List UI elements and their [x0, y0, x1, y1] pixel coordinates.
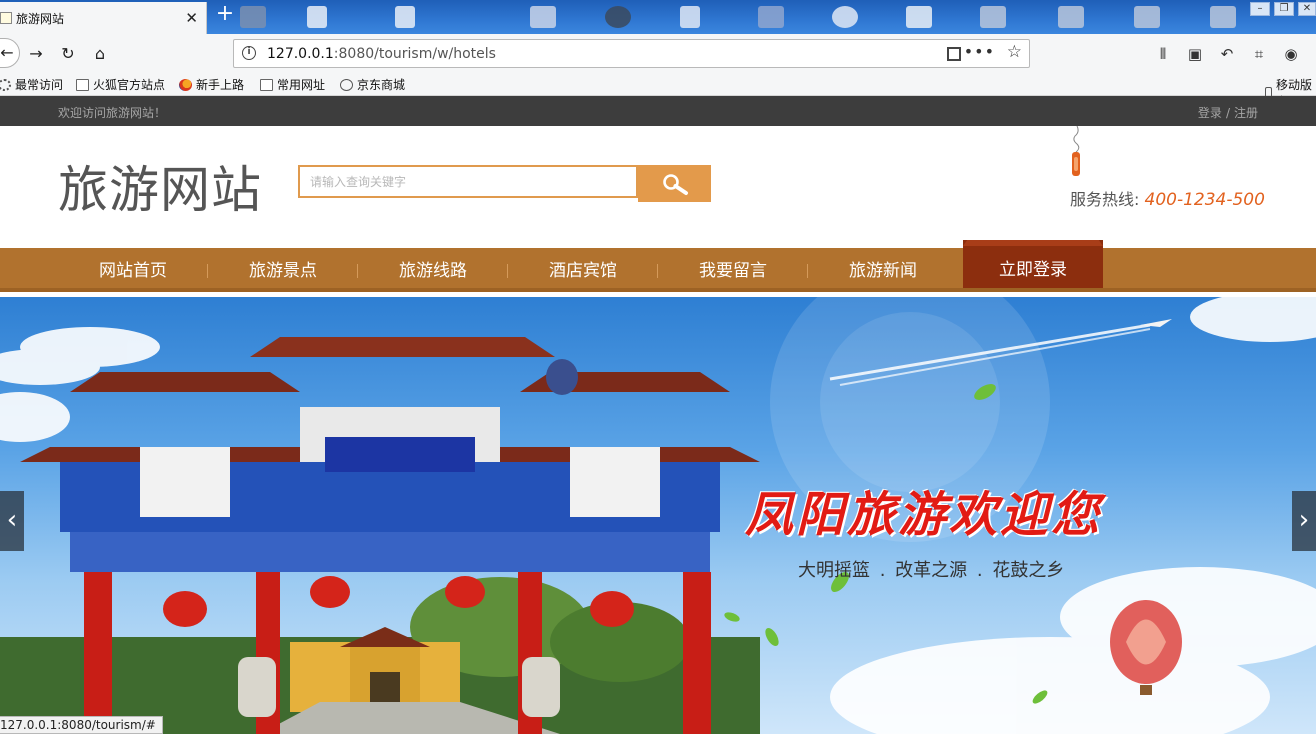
forward-button[interactable]: →: [25, 43, 47, 65]
auth-links: 登录 / 注册: [1198, 104, 1258, 121]
qr-code-icon[interactable]: [947, 47, 961, 61]
desktop-app-icon: [758, 6, 784, 28]
close-window-button[interactable]: ✕: [1298, 2, 1316, 16]
carousel-prev-button[interactable]: ‹: [0, 491, 24, 551]
search-button[interactable]: [638, 165, 711, 202]
bookmark-label: 京东商城: [357, 78, 406, 92]
desktop-app-icon: [832, 6, 858, 28]
url-bar[interactable]: i 127.0.0.1:8080/tourism/w/hotels ••• ☆: [233, 39, 1030, 68]
bookmark-jd[interactable]: 京东商城: [340, 76, 405, 93]
gear-icon: [0, 78, 11, 91]
browser-tab[interactable]: 旅游网站 ✕: [0, 2, 207, 34]
page-favicon-icon: [0, 12, 12, 24]
hotline: 服务热线: 400-1234-500: [1070, 186, 1265, 210]
tab-title: 旅游网站: [16, 11, 65, 26]
bookmark-getting-started[interactable]: 新手上路: [179, 76, 244, 93]
banner-subtitle: 大明摇篮 . 改革之源 . 花鼓之乡: [798, 560, 1065, 581]
banner-artwork: [0, 297, 1316, 734]
close-tab-icon[interactable]: ✕: [185, 9, 198, 27]
nav-news[interactable]: 旅游新闻: [808, 248, 958, 292]
browser-tabstrip: 旅游网站 ✕ + – ❐ ✕: [0, 0, 1316, 34]
search-input[interactable]: [298, 165, 638, 198]
bookmarks-bar: 最常访问 火狐官方站点 新手上路 常用网址 京东商城 移动版书: [0, 72, 1316, 109]
nav-login-now[interactable]: 立即登录: [963, 240, 1103, 292]
bookmark-label: 火狐官方站点: [93, 78, 166, 92]
account-icon[interactable]: ◉: [1280, 43, 1302, 65]
bookmark-label: 常用网址: [277, 78, 326, 92]
search-icon: [663, 174, 688, 195]
hotline-label: 服务热线:: [1070, 190, 1140, 209]
undo-icon[interactable]: ↶: [1216, 43, 1238, 65]
desktop-app-icon: [980, 6, 1006, 28]
desktop-file-icon: [906, 6, 932, 28]
login-link[interactable]: 登录: [1198, 106, 1222, 120]
banner-title: 凤阳旅游欢迎您: [745, 487, 1103, 543]
new-tab-button[interactable]: +: [214, 3, 236, 26]
nav-routes[interactable]: 旅游线路: [358, 248, 508, 292]
screenshot-icon[interactable]: ⌗: [1248, 43, 1270, 65]
desktop-app-icon: [605, 6, 631, 28]
nav-hotels[interactable]: 酒店宾馆: [508, 248, 658, 292]
site-topbar: 欢迎访问旅游网站！ 登录 / 注册: [0, 96, 1316, 126]
folder-icon: [76, 78, 89, 91]
auth-separator: /: [1225, 106, 1230, 120]
back-button[interactable]: ←: [0, 38, 20, 68]
site-logo[interactable]: 旅游网站: [58, 150, 262, 222]
desktop-file-icon: [307, 6, 327, 28]
nav-attractions[interactable]: 旅游景点: [208, 248, 358, 292]
sidebar-icon[interactable]: ▣: [1184, 43, 1206, 65]
nav-home[interactable]: 网站首页: [58, 248, 208, 292]
nav-message[interactable]: 我要留言: [658, 248, 808, 292]
page-actions-icon[interactable]: •••: [964, 42, 995, 61]
browser-navbar: ← → ↻ ⌂ i 127.0.0.1:8080/tourism/w/hotel…: [0, 34, 1316, 72]
globe-icon: [340, 78, 353, 91]
desktop-app-icon: [1058, 6, 1084, 28]
main-nav: 网站首页 旅游景点 旅游线路 酒店宾馆 我要留言 旅游新闻 立即登录: [0, 240, 1316, 292]
bookmark-star-icon[interactable]: ☆: [1007, 42, 1022, 62]
site-info-icon[interactable]: i: [242, 46, 256, 60]
firefox-icon: [179, 78, 192, 91]
desktop-app-icon: [1210, 6, 1236, 28]
bookmark-common-sites[interactable]: 常用网址: [260, 76, 325, 93]
restore-window-button[interactable]: ❐: [1274, 2, 1294, 16]
hero-banner: 凤阳旅游欢迎您 大明摇篮 . 改革之源 . 花鼓之乡 ‹ ›: [0, 297, 1316, 734]
desktop-app-icon: [530, 6, 556, 28]
browser-status-url: 127.0.0.1:8080/tourism/#: [0, 716, 163, 734]
bookmark-most-visited[interactable]: 最常访问: [0, 76, 63, 93]
register-link[interactable]: 注册: [1234, 106, 1258, 120]
reload-button[interactable]: ↻: [57, 43, 79, 65]
desktop-file-icon: [680, 6, 700, 28]
bookmark-firefox-official[interactable]: 火狐官方站点: [76, 76, 165, 93]
desktop-app-icon: [240, 6, 266, 28]
site-header: 旅游网站 服务热线: 400-1234-500: [0, 126, 1316, 248]
minimize-window-button[interactable]: –: [1250, 2, 1270, 16]
home-button[interactable]: ⌂: [89, 43, 111, 65]
library-icon[interactable]: ⫴: [1152, 43, 1174, 65]
url-text[interactable]: 127.0.0.1:8080/tourism/w/hotels: [267, 46, 496, 62]
hotline-number: 400-1234-500: [1144, 190, 1265, 210]
small-balloon: [546, 359, 578, 395]
desktop-file-icon: [395, 6, 415, 28]
folder-icon: [260, 78, 273, 91]
bookmark-label: 新手上路: [196, 78, 245, 92]
desktop-app-icon: [1134, 6, 1160, 28]
carousel-next-button[interactable]: ›: [1292, 491, 1316, 551]
welcome-text: 欢迎访问旅游网站！: [58, 106, 167, 120]
bookmark-label: 最常访问: [15, 78, 64, 92]
phone-icon: [1072, 126, 1080, 176]
